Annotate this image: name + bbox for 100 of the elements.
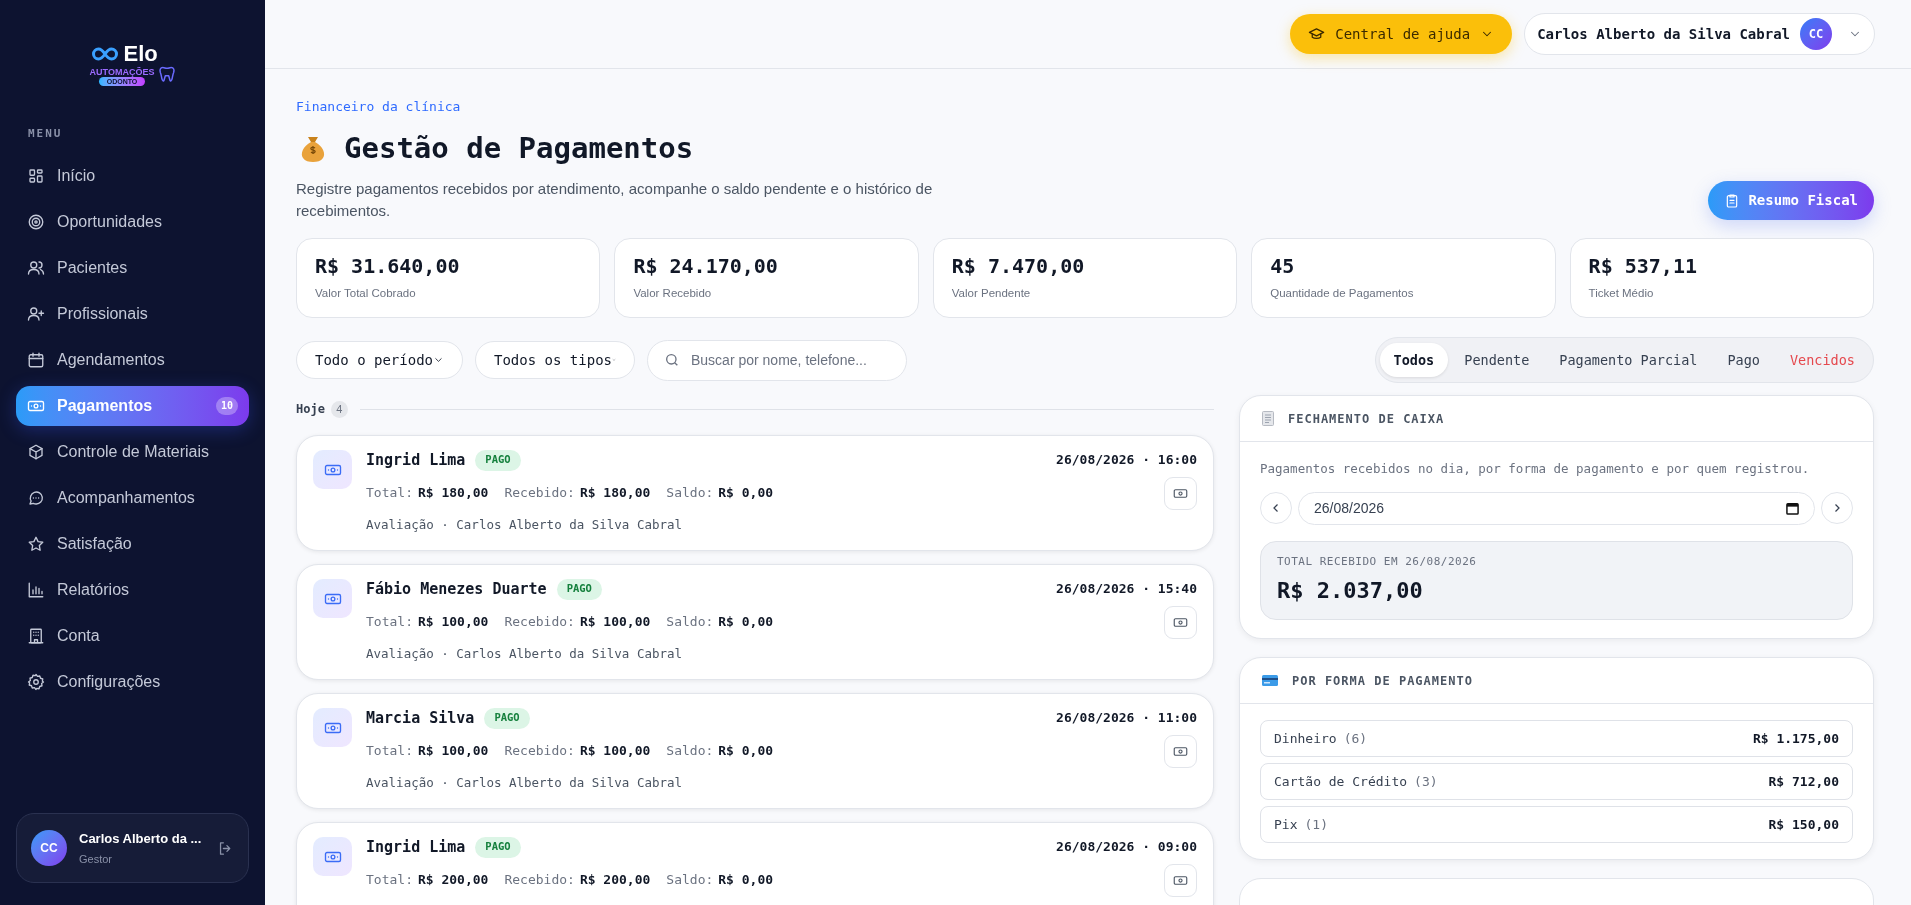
amount-label: Recebido: (504, 613, 575, 632)
help-center-button[interactable]: Central de ajuda (1290, 14, 1513, 54)
amount-value: R$ 100,00 (417, 613, 489, 632)
total-amount: R$ 2.037,00 (1277, 577, 1424, 606)
status-tag: PAGO (475, 836, 521, 858)
sidebar-item[interactable]: Agendamentos (16, 339, 249, 380)
card-title: POR FORMA DE PAGAMENTO (1292, 672, 1473, 690)
user-card[interactable]: CC Carlos Alberto da ... Gestor (16, 813, 249, 883)
sidebar-item[interactable]: Configurações (16, 661, 249, 702)
stat-value: R$ 24.170,00 (633, 253, 779, 280)
amount-value: R$ 100,00 (417, 742, 489, 761)
document-icon (1262, 411, 1274, 426)
payment-note: Avaliação · Carlos Alberto da Silva Cabral (366, 645, 684, 663)
stat-label: Valor Total Cobrado (315, 286, 417, 301)
amount-label: Total: (366, 871, 413, 890)
status-tab[interactable]: Pagamento Parcial (1545, 343, 1712, 377)
search-icon (664, 351, 680, 368)
status-tag: PAGO (484, 707, 530, 729)
method-count: (3) (1414, 773, 1438, 791)
amount-label: Recebido: (504, 484, 575, 503)
star-icon (27, 534, 45, 553)
fiscal-summary-button[interactable]: Resumo Fiscal (1708, 181, 1874, 220)
period-dropdown[interactable]: Todo o período (296, 341, 463, 379)
calendar-icon (27, 350, 45, 369)
card-title: FECHAMENTO DE CAIXA (1288, 410, 1445, 428)
credit-card-icon (1262, 675, 1278, 687)
user-menu-button[interactable]: Carlos Alberto da Silva Cabral CC (1524, 13, 1875, 55)
status-tab[interactable]: Vencidos (1775, 343, 1869, 377)
search-field[interactable]: Buscar por nome, telefone... (647, 339, 907, 381)
patient-name: Marcia Silva (366, 707, 475, 729)
calendar-icon (1786, 501, 1799, 515)
avatar: CC (1800, 18, 1832, 50)
method-name: Dinheiro (1274, 730, 1337, 748)
type-dropdown[interactable]: Todos os tipos (475, 341, 635, 379)
register-payment-button[interactable] (1164, 605, 1197, 639)
payment-datetime: 26/08/2026 · 11:00 (1056, 709, 1197, 728)
status-tab[interactable]: Pendente (1450, 343, 1544, 377)
payment-datetime: 26/08/2026 · 09:00 (1056, 838, 1197, 857)
amount-label: Saldo: (666, 742, 714, 761)
status-tab[interactable]: Pago (1713, 343, 1774, 377)
sidebar-item[interactable]: Relatórios (16, 569, 249, 610)
amount-value: R$ 100,00 (579, 613, 651, 632)
method-name: Pix (1274, 816, 1298, 834)
amount-value: R$ 0,00 (718, 613, 774, 632)
patient-name: Ingrid Lima (366, 449, 466, 471)
page-title: Gestão de Pagamentos (344, 129, 694, 167)
register-payment-button[interactable] (1164, 863, 1197, 897)
sidebar-item[interactable]: Pacientes (16, 247, 249, 288)
user-plus-icon (27, 304, 45, 323)
amount-label: Total: (366, 484, 413, 503)
stat-value: 45 (1270, 253, 1296, 280)
user-role: Gestor (79, 852, 113, 867)
amount-label: Saldo: (666, 613, 714, 632)
sidebar-item[interactable]: Acompanhamentos (16, 477, 249, 518)
sidebar-item[interactable]: Oportunidades (16, 201, 249, 242)
stat-value: R$ 537,11 (1588, 253, 1698, 280)
user-name: Carlos Alberto da ... (79, 829, 203, 848)
sidebar-item[interactable]: Pagamentos 10 (16, 385, 249, 426)
sidebar-item[interactable]: Conta (16, 615, 249, 656)
method-amount: R$ 1.175,00 (1752, 730, 1839, 748)
status-tab[interactable]: Todos (1379, 343, 1449, 377)
payment-note: Avaliação · Carlos Alberto da Silva Cabral (366, 774, 684, 792)
stat-label: Quantidade de Pagamentos (1270, 286, 1415, 301)
sidebar-item[interactable]: Profissionais (16, 293, 249, 334)
sidebar-item[interactable]: Controle de Materiais (16, 431, 249, 472)
amount-label: Saldo: (666, 484, 714, 503)
users-icon (27, 258, 45, 277)
register-payment-button[interactable] (1164, 476, 1197, 510)
patient-name: Ingrid Lima (366, 836, 466, 858)
stat-label: Ticket Médio (1588, 286, 1655, 301)
bar-chart-icon (27, 580, 45, 599)
settings-icon (27, 672, 45, 691)
sidebar-item[interactable]: Início (16, 155, 249, 196)
total-label: TOTAL RECEBIDO EM 26/08/2026 (1277, 553, 1478, 570)
payment-datetime: 26/08/2026 · 15:40 (1056, 580, 1197, 599)
amount-value: R$ 180,00 (579, 484, 651, 503)
card-description: Pagamentos recebidos no dia, por forma de pagamento e por quem registrou. (1260, 460, 1811, 478)
eyebrow-label: Financeiro da clínica (296, 98, 462, 116)
stat-value: R$ 7.470,00 (951, 253, 1086, 280)
group-heading: Hoje (296, 401, 325, 418)
payment-datetime: 26/08/2026 · 16:00 (1056, 451, 1197, 470)
logo-subtitle: AUTOMAÇÕES (89, 67, 155, 77)
amount-label: Saldo: (666, 871, 714, 890)
count-badge: 4 (330, 400, 348, 418)
building-icon (27, 626, 45, 645)
page-description: Registre pagamentos recebidos por atendimento, acompanhe o saldo pendente e o histórico de recebimentos. (296, 179, 934, 221)
register-payment-button[interactable] (1164, 734, 1197, 768)
amount-label: Total: (366, 742, 413, 761)
target-icon (27, 212, 45, 231)
sidebar-item[interactable]: Satisfação (16, 523, 249, 564)
amount-value: R$ 0,00 (718, 484, 774, 503)
avatar: CC (31, 830, 67, 866)
payment-note: Avaliação · Carlos Alberto da Silva Cabral (366, 516, 684, 534)
logo-text: Elo (123, 43, 158, 65)
amount-value: R$ 200,00 (579, 871, 651, 890)
stat-value: R$ 31.640,00 (315, 253, 461, 280)
amount-label: Recebido: (504, 871, 575, 890)
amount-value: R$ 0,00 (718, 742, 774, 761)
amount-value: R$ 100,00 (579, 742, 651, 761)
method-amount: R$ 150,00 (1768, 816, 1839, 834)
